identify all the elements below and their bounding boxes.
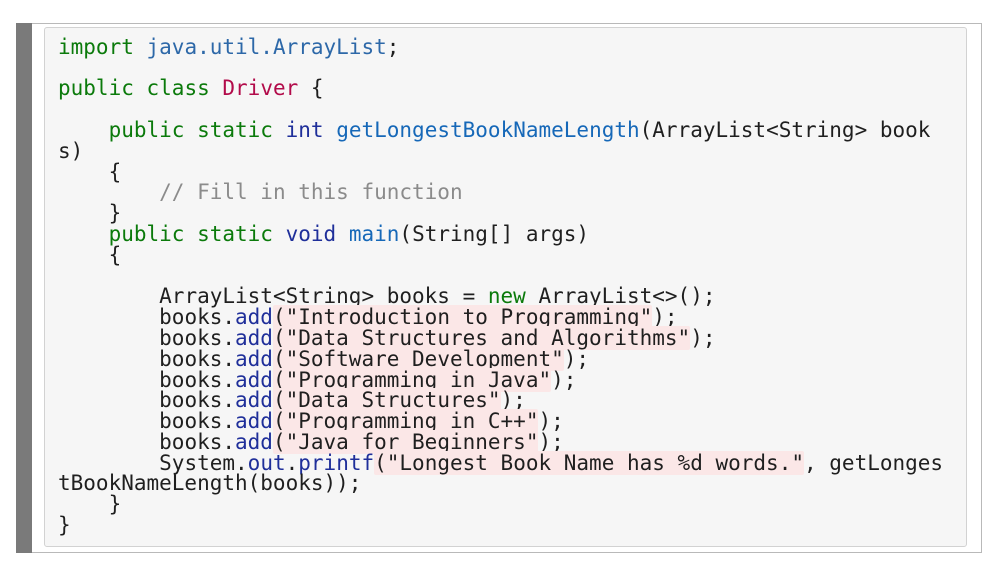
code-line-main-close-brace: } [58, 492, 122, 516]
left-gutter-bar [16, 23, 32, 553]
code-line-comment: // Fill in this function [58, 180, 463, 204]
code-line-main-sig: public static void main(String[] args) [58, 222, 590, 246]
open-brace: { [310, 76, 324, 100]
method-name: getLongestBookNameLength [336, 118, 640, 142]
main-params: (String[] args) [399, 222, 590, 246]
type-void: void [285, 222, 337, 246]
code-line-method-sig: public static int getLongestBookNameLeng… [58, 118, 931, 142]
keyword-public: public [108, 118, 185, 142]
code-line-printf-wrap: tBookNameLength(books)); [58, 471, 362, 495]
main-method-name: main [348, 222, 400, 246]
call-end: ); [690, 326, 716, 350]
class-name: Driver [222, 76, 299, 100]
code-line-import: import java.util.ArrayList; [58, 36, 399, 58]
printf-args: , getLonges [804, 451, 944, 475]
keyword-import: import [58, 35, 134, 59]
string-literal: ("Longest Book Name has %d words." [374, 451, 804, 475]
code-line-add-3: books.add("Software Development"); [58, 347, 589, 371]
code-line-add-7: books.add("Java for Beginners"); [58, 430, 564, 454]
code-line-add-2: books.add("Data Structures and Algorithm… [58, 326, 716, 350]
code-line-main-open-brace: { [58, 243, 122, 267]
keyword-public: public [58, 76, 134, 100]
code-line-close-brace: } [58, 201, 122, 225]
code-line-add-1: books.add("Introduction to Programming")… [58, 305, 678, 329]
keyword-static: static [197, 222, 273, 246]
code-line-class: public class Driver { [58, 77, 324, 99]
code-line-method-sig-wrap: s) [58, 139, 84, 163]
code-line-add-6: books.add("Programming in C++"); [58, 409, 564, 433]
code-line-arraylist-decl: ArrayList<String> books = new ArrayList<… [58, 285, 715, 307]
code-line-class-close-brace: } [58, 513, 71, 537]
keyword-static: static [197, 118, 273, 142]
type-int: int [285, 118, 324, 142]
semicolon: ; [386, 35, 400, 59]
call-end: ); [551, 368, 577, 392]
keyword-class: class [146, 76, 210, 100]
comment: // Fill in this function [159, 180, 463, 204]
code-block[interactable]: import java.util.ArrayList; public class… [44, 27, 967, 547]
code-line-add-5: books.add("Data Structures"); [58, 388, 526, 412]
import-path: java.util.ArrayList [146, 35, 387, 59]
method-params: (ArrayList<String> book [639, 118, 931, 142]
